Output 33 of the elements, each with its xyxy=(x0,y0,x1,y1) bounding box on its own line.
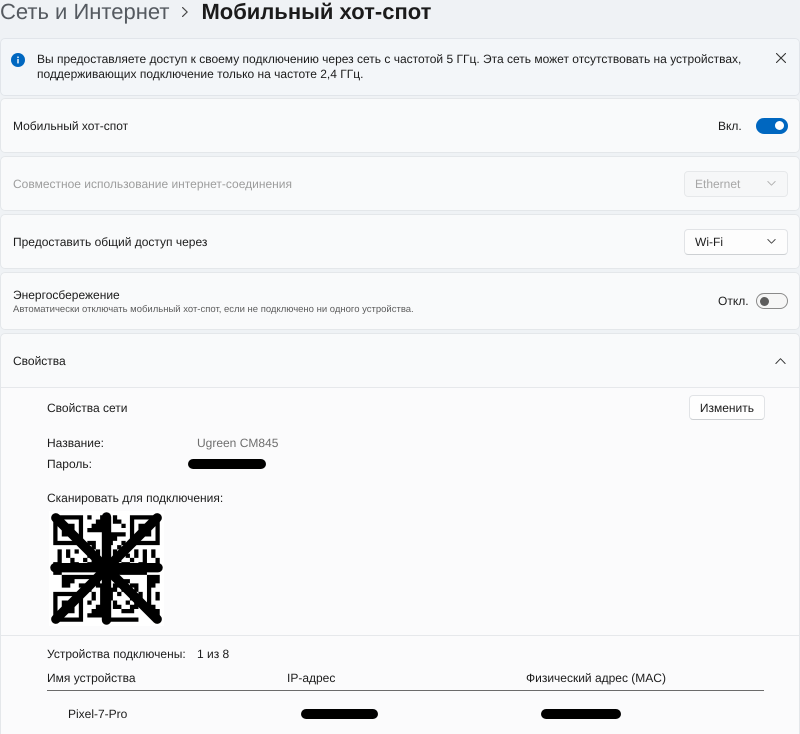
qr-label: Сканировать для подключения: xyxy=(47,490,224,506)
close-icon xyxy=(776,53,786,63)
toggle-state-label: Откл. xyxy=(718,293,750,310)
info-message: Вы предоставляете доступ к своему подключению через сеть с частотой 5 ГГц. Эта сеть может отсутствовать на устройствах, поддерживающих подключение только на частоте 2,4 ГГц. xyxy=(37,52,742,82)
info-icon xyxy=(11,53,25,67)
setting-label: Энергосбережение xyxy=(13,286,120,302)
device-name: Pixel-7-Pro xyxy=(68,706,128,722)
edit-button[interactable]: Изменить xyxy=(688,395,765,420)
field-label: Пароль: xyxy=(47,456,93,472)
dropdown[interactable]: Wi-Fi xyxy=(684,228,788,254)
field-label: Название: xyxy=(47,434,105,450)
breadcrumb-link[interactable]: Сеть и Интернет xyxy=(0,0,170,24)
column-header: IP-адрес xyxy=(287,670,336,686)
column-header: Имя устройства xyxy=(47,670,136,686)
setting-label: Мобильный хот-спот xyxy=(13,118,128,134)
chevron-right-icon xyxy=(182,7,188,17)
chevron-up-icon xyxy=(775,358,786,364)
toggle-switch[interactable] xyxy=(756,118,788,134)
setting-description: Автоматически отключать мобильный хот-спот, если не подключено ни одного устройства. xyxy=(13,302,414,316)
expander-header[interactable]: Свойства xyxy=(1,334,799,387)
field-value: Ugreen CM845 xyxy=(197,434,278,450)
devices-label: Устройства подключены: xyxy=(47,646,187,662)
page-title: Мобильный хот-спот xyxy=(201,0,432,24)
toggle-switch[interactable] xyxy=(756,293,788,309)
chevron-down-icon xyxy=(767,239,776,244)
setting-label: Предоставить общий доступ через xyxy=(13,234,208,250)
section-heading: Свойства сети xyxy=(47,400,128,416)
column-header: Физический адрес (MAC) xyxy=(526,670,666,686)
setting-label: Совместное использование интернет-соединения xyxy=(13,176,292,192)
chevron-down-icon xyxy=(767,181,776,186)
toggle-state-label: Вкл. xyxy=(718,118,743,134)
close-button[interactable] xyxy=(776,53,786,63)
devices-count: 1 из 8 xyxy=(197,646,230,662)
